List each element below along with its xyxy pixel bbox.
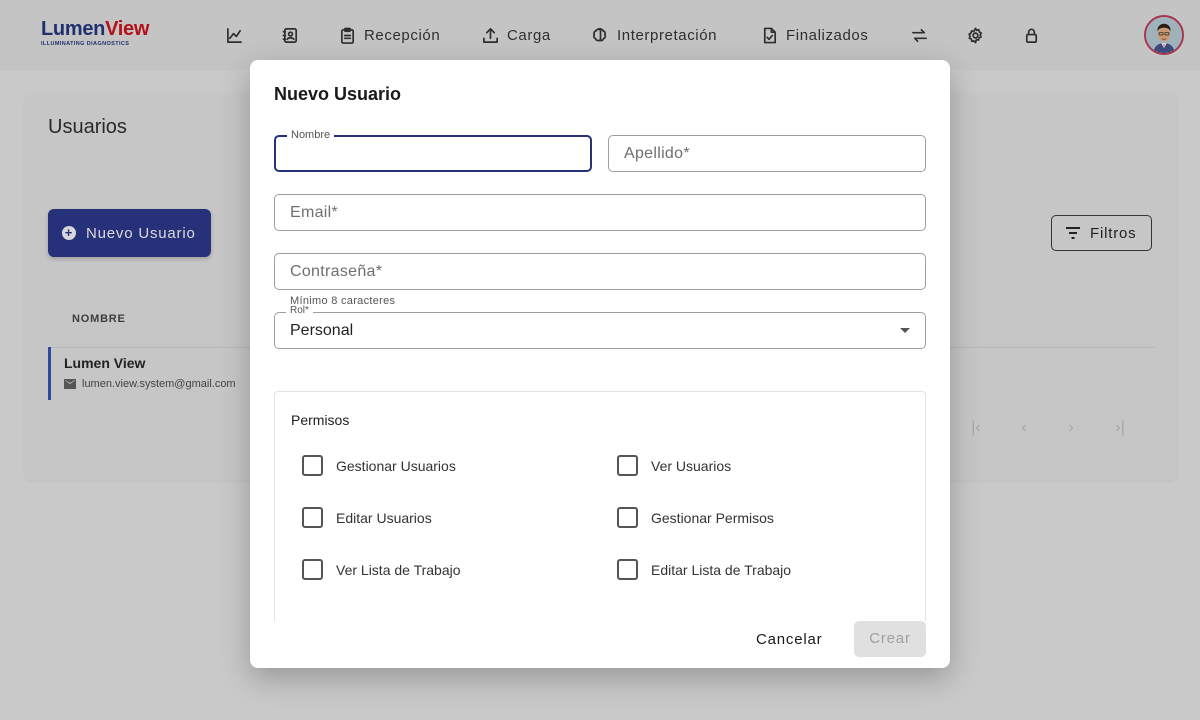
permission-editar-usuarios[interactable]: Editar Usuarios [302, 507, 432, 528]
swap-icon [912, 28, 927, 42]
permission-ver-usuarios[interactable]: Ver Usuarios [617, 455, 731, 476]
upload-icon [483, 27, 498, 43]
role-label: Rol* [286, 305, 313, 316]
nav-carga[interactable]: Carga [482, 25, 551, 45]
brand-logo[interactable]: LumenView ILLUMINATING DIAGNOSTICS [41, 18, 149, 47]
permission-label: Editar Usuarios [336, 509, 432, 526]
permission-gestionar-permisos[interactable]: Gestionar Permisos [617, 507, 774, 528]
nav-recepcion-label: Recepción [364, 26, 441, 44]
role-value: Personal [290, 322, 354, 339]
dropdown-arrow-icon [900, 328, 910, 333]
nav-finalizados-label: Finalizados [786, 26, 869, 44]
dialog-title: Nuevo Usuario [274, 84, 402, 104]
new-user-dialog: Nuevo Usuario Nombre Apellido* Email* Co… [250, 60, 950, 668]
checkbox[interactable] [617, 559, 638, 580]
email-placeholder: Email* [290, 204, 339, 221]
lock-icon [1025, 28, 1038, 43]
create-button[interactable]: Crear [854, 621, 926, 657]
nav-swap[interactable] [911, 25, 928, 45]
clipboard-icon [340, 27, 355, 44]
permission-label: Ver Usuarios [651, 457, 732, 474]
table-row-name[interactable]: Lumen View [64, 355, 145, 371]
permission-label: Gestionar Usuarios [336, 457, 456, 474]
checkbox[interactable] [302, 559, 323, 580]
nav-settings[interactable] [967, 25, 984, 45]
last-name-field[interactable]: Apellido* [608, 135, 926, 172]
checkbox[interactable] [617, 507, 638, 528]
checkbox[interactable] [617, 455, 638, 476]
email-field[interactable]: Email* [274, 194, 926, 231]
last-name-placeholder: Apellido* [624, 145, 690, 162]
next-page-button[interactable]: › [1062, 419, 1080, 437]
prev-page-button[interactable]: ‹ [1015, 419, 1033, 437]
first-page-button[interactable]: |‹ [967, 419, 985, 437]
nav-lock[interactable] [1023, 25, 1040, 45]
new-user-button[interactable]: + Nuevo Usuario [48, 209, 211, 257]
nav-analytics[interactable] [226, 25, 243, 45]
brand-tagline: ILLUMINATING DIAGNOSTICS [41, 41, 130, 47]
row-accent-bar [48, 347, 51, 400]
brand-name-part1: Lumen [41, 18, 106, 40]
role-select[interactable]: Rol* Personal [274, 305, 926, 349]
gear-icon [968, 27, 983, 43]
permissions-title: Permisos [291, 412, 350, 428]
permission-editar-lista-trabajo[interactable]: Editar Lista de Trabajo [617, 559, 791, 580]
last-page-button[interactable]: ›| [1111, 419, 1129, 437]
cancel-button[interactable]: Cancelar [756, 631, 822, 648]
filters-button-label: Filtros [1090, 224, 1137, 242]
brand-name: LumenView [41, 18, 149, 40]
first-name-label: Nombre [287, 129, 335, 141]
permission-gestionar-usuarios[interactable]: Gestionar Usuarios [302, 455, 456, 476]
permission-label: Gestionar Permisos [651, 509, 774, 526]
brain-icon [592, 27, 607, 42]
nav-finalizados[interactable]: Finalizados [761, 25, 868, 45]
table-row-email: lumen.view.system@gmail.com [64, 378, 236, 390]
filters-button[interactable]: Filtros [1051, 215, 1152, 251]
nav-contacts[interactable] [282, 25, 299, 45]
user-avatar[interactable] [1144, 15, 1184, 55]
password-placeholder: Contraseña* [290, 263, 383, 280]
contacts-icon [282, 27, 298, 43]
table-row-email-text: lumen.view.system@gmail.com [82, 378, 236, 390]
permission-label: Editar Lista de Trabajo [651, 561, 792, 578]
nav-recepcion[interactable]: Recepción [339, 25, 440, 45]
chart-icon [227, 27, 242, 43]
first-name-field[interactable]: Nombre [274, 129, 592, 172]
column-header-nombre[interactable]: NOMBRE [72, 313, 126, 325]
brand-name-part2: View [105, 18, 150, 40]
permission-label: Ver Lista de Trabajo [336, 561, 461, 578]
nav-carga-label: Carga [507, 26, 551, 44]
nav-interpretacion[interactable]: Interpretación [592, 25, 717, 45]
password-field[interactable]: Contraseña* [274, 253, 926, 290]
filter-icon [1066, 227, 1080, 239]
nav-interpretacion-label: Interpretación [617, 26, 718, 44]
plus-circle-icon: + [62, 226, 76, 240]
checkbox[interactable] [302, 507, 323, 528]
new-user-button-label: Nuevo Usuario [86, 224, 196, 242]
permission-ver-lista-trabajo[interactable]: Ver Lista de Trabajo [302, 559, 461, 580]
avatar-image [1146, 17, 1182, 53]
page-title: Usuarios [48, 116, 127, 138]
mail-icon [64, 379, 76, 389]
checkbox[interactable] [302, 455, 323, 476]
permissions-section: Permisos Gestionar Usuarios Ver Usuarios… [274, 391, 926, 621]
file-check-icon [763, 27, 777, 43]
